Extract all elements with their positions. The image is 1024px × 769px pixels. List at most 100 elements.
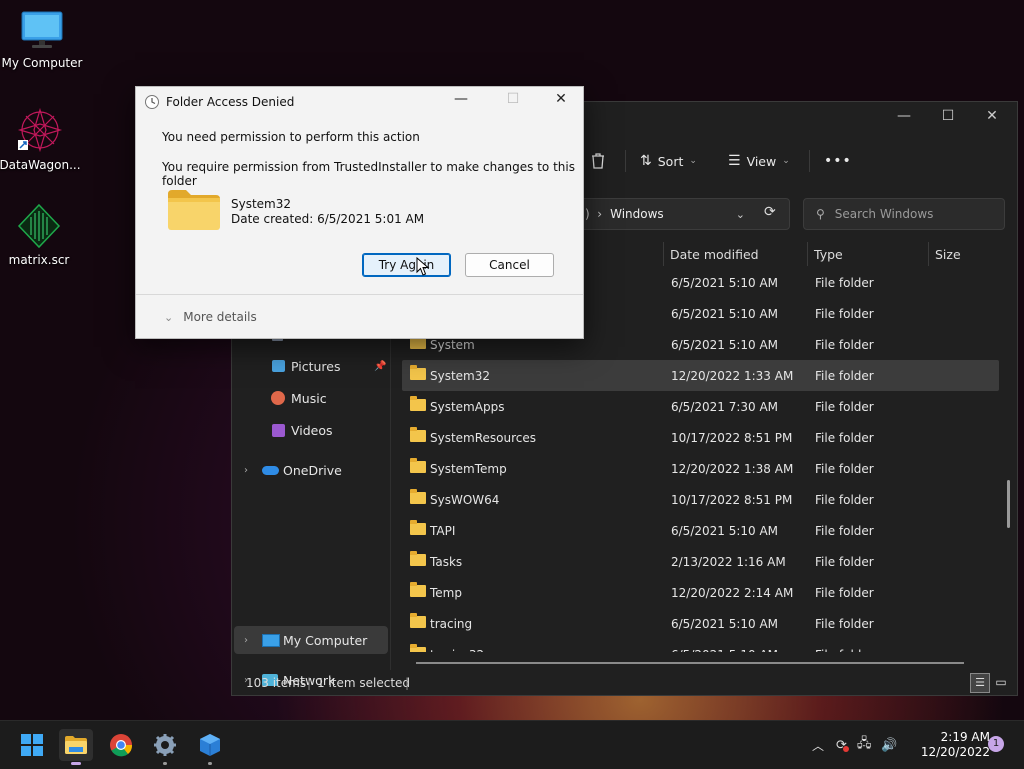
file-name: tracing: [430, 616, 473, 631]
clock-time: 2:19 AM: [940, 730, 990, 744]
try-again-button[interactable]: Try Again: [362, 253, 451, 277]
column-header-date[interactable]: Date modified: [670, 240, 759, 268]
dialog-maximize-button: ☐: [506, 91, 520, 107]
file-name: Tasks: [430, 554, 463, 569]
vertical-scrollbar[interactable]: [1007, 480, 1010, 528]
chevron-up-icon[interactable]: ︿: [812, 737, 824, 754]
chevron-right-icon[interactable]: ›: [244, 465, 248, 476]
taskbar-app[interactable]: [193, 729, 227, 765]
column-separator[interactable]: [663, 242, 664, 266]
breadcrumb-separator-icon: ) ›: [585, 207, 603, 221]
file-type: File folder: [815, 648, 874, 653]
nav-item-my-computer[interactable]: › My Computer: [234, 626, 388, 654]
table-row[interactable]: SystemResources 10/17/2022 8:51 PM File fo…: [402, 422, 999, 453]
refresh-icon: ⟳: [764, 204, 776, 220]
view-button[interactable]: ☰ View ⌄: [728, 146, 790, 176]
desktop-icon-matrix[interactable]: matrix.scr: [0, 203, 81, 267]
table-row[interactable]: SysWOW64 10/17/2022 8:51 PM File folder: [402, 484, 999, 515]
dialog-minimize-button[interactable]: —: [448, 91, 474, 113]
file-type: File folder: [815, 554, 874, 569]
more-options-button[interactable]: •••: [824, 146, 852, 176]
nav-item-label: Music: [291, 390, 327, 406]
taskbar-clock[interactable]: 2:19 AM 12/20/2022: [912, 730, 990, 760]
chevron-down-icon: ⌄: [782, 156, 790, 166]
folder-icon: [410, 613, 426, 628]
refresh-button[interactable]: ⟳: [764, 204, 776, 220]
table-row[interactable]: SystemApps 6/5/2021 7:30 AM File folder: [402, 391, 999, 422]
network-icon[interactable]: 🖧: [857, 734, 872, 756]
folder-icon: [168, 190, 220, 230]
folder-icon: [410, 582, 426, 597]
sort-button[interactable]: ⇅ Sort ⌄: [640, 146, 697, 176]
file-type: File folder: [815, 399, 874, 414]
desktop-icon-datawagon[interactable]: DataWagon...: [0, 106, 82, 172]
file-type: File folder: [815, 368, 874, 383]
nav-item-label: OneDrive: [283, 462, 342, 478]
address-bar[interactable]: ) › Windows ⌄: [580, 198, 790, 230]
pin-icon[interactable]: 📌: [374, 361, 386, 372]
monitor-icon: [262, 633, 280, 647]
minimize-button[interactable]: —: [894, 108, 914, 128]
dialog-close-button[interactable]: ✕: [548, 91, 574, 113]
volume-icon[interactable]: 🔊: [881, 738, 897, 753]
nav-item-pictures[interactable]: Pictures 📌: [232, 352, 390, 380]
folder-icon: [410, 458, 426, 473]
search-box[interactable]: ⚲ Search Windows: [803, 198, 1005, 230]
more-details-toggle[interactable]: ⌄ More details: [164, 310, 257, 324]
close-button[interactable]: ✕: [982, 108, 1002, 128]
delete-button[interactable]: [590, 146, 606, 176]
table-row[interactable]: System32 12/20/2022 1:33 AM File folder: [402, 360, 999, 391]
folder-icon: [410, 551, 426, 566]
nav-item-videos[interactable]: Videos: [232, 416, 390, 444]
nav-item-music[interactable]: Music: [232, 384, 390, 412]
view-icon: ☰: [728, 153, 741, 169]
horizontal-scrollbar[interactable]: [416, 662, 964, 664]
nav-item-label: My Computer: [283, 632, 368, 648]
file-type: File folder: [815, 616, 874, 631]
sync-icon[interactable]: ⟳: [836, 738, 849, 753]
taskbar-file-explorer[interactable]: [59, 729, 93, 765]
folder-icon: [410, 520, 426, 535]
pictures-icon: [272, 360, 285, 372]
desktop-icon-label: matrix.scr: [8, 253, 70, 267]
file-type: File folder: [815, 585, 874, 600]
nav-item-label: Videos: [291, 422, 333, 438]
cancel-button[interactable]: Cancel: [465, 253, 554, 277]
notification-badge[interactable]: 1: [988, 736, 1004, 752]
item-count: 103 items: [246, 676, 307, 690]
chrome-icon: [110, 734, 133, 757]
column-header-size[interactable]: Size: [935, 240, 961, 268]
column-separator[interactable]: [928, 242, 929, 266]
nav-item-onedrive[interactable]: › OneDrive: [232, 456, 390, 484]
table-row[interactable]: Temp 12/20/2022 2:14 AM File folder: [402, 577, 999, 608]
taskbar-settings[interactable]: [148, 729, 182, 765]
taskbar-chrome[interactable]: [104, 729, 138, 761]
date-modified: 10/17/2022 8:51 PM: [671, 430, 793, 445]
more-icon: •••: [824, 153, 852, 169]
mouse-cursor-icon: [416, 257, 430, 276]
chevron-down-icon[interactable]: ⌄: [736, 208, 745, 221]
desktop-icon-my-computer[interactable]: My Computer: [0, 10, 84, 70]
date-modified: 12/20/2022 1:33 AM: [671, 368, 794, 383]
start-button[interactable]: [15, 729, 49, 761]
chevron-right-icon[interactable]: ›: [244, 635, 248, 646]
file-type: File folder: [815, 461, 874, 476]
maximize-button[interactable]: ☐: [938, 108, 958, 128]
table-row[interactable]: twain_32 6/5/2021 5:10 AM File folder: [402, 639, 999, 652]
column-separator[interactable]: [807, 242, 808, 266]
date-modified: 6/5/2021 5:10 AM: [671, 648, 778, 653]
date-modified: 6/5/2021 5:10 AM: [671, 275, 779, 290]
column-header-label: Date modified: [670, 246, 759, 262]
table-row[interactable]: Tasks 2/13/2022 1:16 AM File folder: [402, 546, 999, 577]
table-row[interactable]: tracing 6/5/2021 5:10 AM File folder: [402, 608, 999, 639]
file-name: SystemResources: [430, 430, 537, 445]
view-label: View: [746, 153, 777, 169]
search-icon: ⚲: [816, 207, 825, 221]
system-tray: ︿ ⟳ 🖧 🔊: [812, 721, 898, 769]
column-header-type[interactable]: Type: [814, 240, 843, 268]
table-row[interactable]: SystemTemp 12/20/2022 1:38 AM File folder: [402, 453, 999, 484]
details-view-button[interactable]: ☰: [970, 673, 990, 693]
table-row[interactable]: TAPI 6/5/2021 5:10 AM File folder: [402, 515, 999, 546]
tiles-view-button[interactable]: ▭: [992, 673, 1010, 691]
date-modified: 6/5/2021 5:10 AM: [671, 616, 779, 631]
